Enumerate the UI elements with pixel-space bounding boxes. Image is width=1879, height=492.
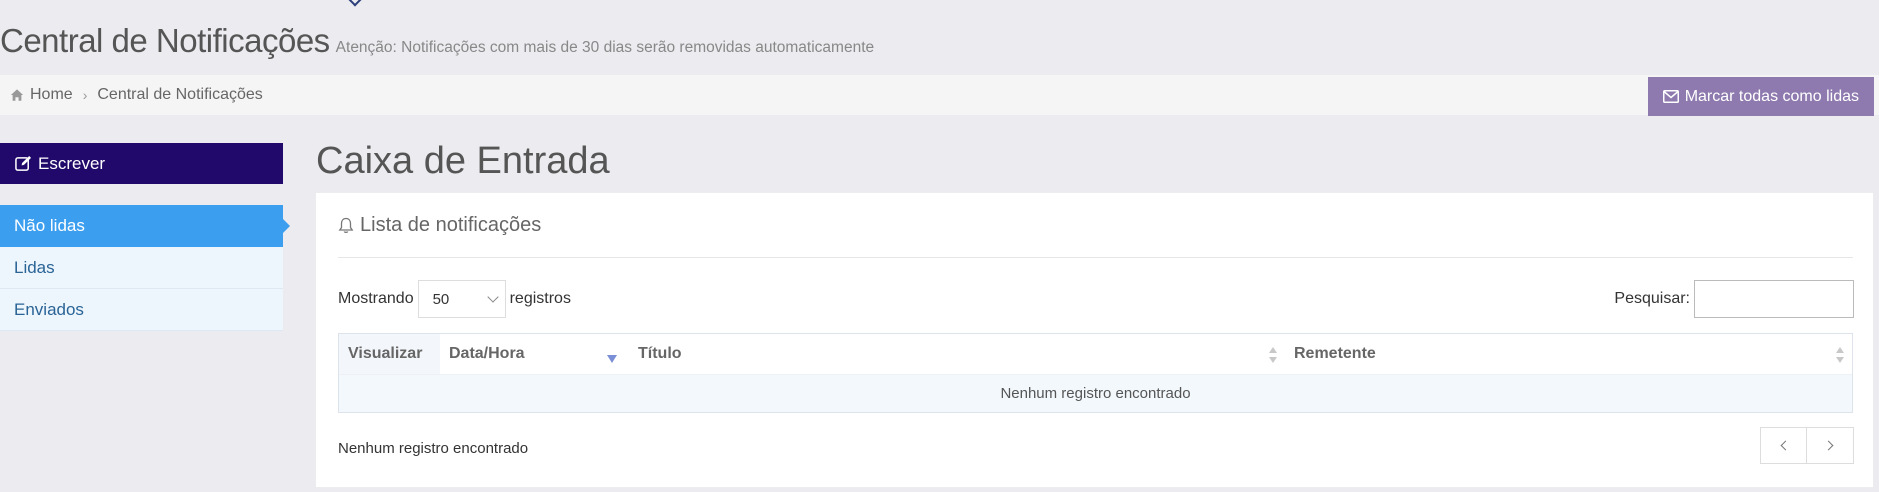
sidebar: Escrever Não lidas Lidas Enviados (0, 143, 290, 331)
panel-heading: Lista de notificações (338, 193, 1853, 258)
chevron-right-icon: › (82, 87, 88, 103)
column-header-sender[interactable]: Remetente (1285, 334, 1852, 374)
folder-label: Não lidas (14, 216, 85, 235)
sort-icon (1836, 347, 1844, 363)
page-subtitle: Atenção: Notificações com mais de 30 dia… (335, 39, 875, 56)
length-suffix: registros (509, 290, 571, 307)
search-input[interactable] (1694, 280, 1854, 318)
page-length-value: 50 (432, 290, 450, 308)
inbox-title: Caixa de Entrada (316, 140, 610, 182)
folder-unread[interactable]: Não lidas (0, 205, 290, 247)
search-label: Pesquisar: (1614, 290, 1690, 307)
breadcrumb: Home › Central de Notificações (10, 75, 263, 115)
empty-message: Nenhum registro encontrado (1000, 385, 1191, 402)
search-control: Pesquisar: (1614, 280, 1854, 318)
table-header: Visualizar Data/Hora Título Remetente (339, 334, 1852, 374)
table-empty-row: Nenhum registro encontrado (339, 374, 1852, 412)
sort-desc-icon (607, 355, 617, 363)
folder-label: Enviados (14, 299, 84, 319)
next-page-button[interactable] (1807, 427, 1854, 464)
sort-icon (1269, 347, 1277, 363)
page-title: Central de Notificações (0, 22, 330, 59)
mark-all-read-button[interactable]: Marcar todas como lidas (1647, 77, 1874, 116)
page-length-control: Mostrando 50 registros (338, 280, 571, 318)
folder-read[interactable]: Lidas (0, 247, 283, 289)
panel-title: Lista de notificações (360, 213, 542, 236)
page-length-select[interactable]: 50 (417, 280, 506, 318)
compose-button[interactable]: Escrever (0, 143, 283, 184)
length-prefix: Mostrando (338, 290, 414, 307)
chevron-left-icon (1780, 440, 1790, 451)
compose-label: Escrever (38, 153, 106, 173)
home-icon (10, 89, 24, 101)
edit-icon (15, 155, 32, 171)
breadcrumb-bar: Home › Central de Notificações (0, 75, 1879, 115)
page-header: Central de Notificações Atenção: Notific… (0, 22, 874, 62)
bell-icon (338, 217, 354, 233)
pagination (1760, 427, 1854, 464)
nav-caret-indicator (346, 0, 364, 7)
notifications-table: Visualizar Data/Hora Título Remetente Ne… (338, 333, 1853, 413)
folder-label: Lidas (14, 257, 55, 277)
envelope-icon (1662, 90, 1679, 103)
breadcrumb-home-link[interactable]: Home (30, 86, 73, 104)
column-header-datetime[interactable]: Data/Hora (440, 334, 629, 374)
previous-page-button[interactable] (1760, 427, 1807, 464)
breadcrumb-current: Central de Notificações (97, 86, 263, 103)
folder-list: Não lidas Lidas Enviados (0, 205, 290, 331)
column-header-title[interactable]: Título (629, 334, 1285, 374)
notifications-panel: Lista de notificações Mostrando 50 regis… (316, 193, 1873, 487)
mark-all-read-label: Marcar todas como lidas (1684, 87, 1859, 105)
column-header-view[interactable]: Visualizar (339, 334, 440, 374)
table-info: Nenhum registro encontrado (338, 439, 529, 457)
folder-sent[interactable]: Enviados (0, 289, 283, 331)
chevron-right-icon (1823, 440, 1834, 451)
chevron-down-icon (486, 291, 499, 303)
